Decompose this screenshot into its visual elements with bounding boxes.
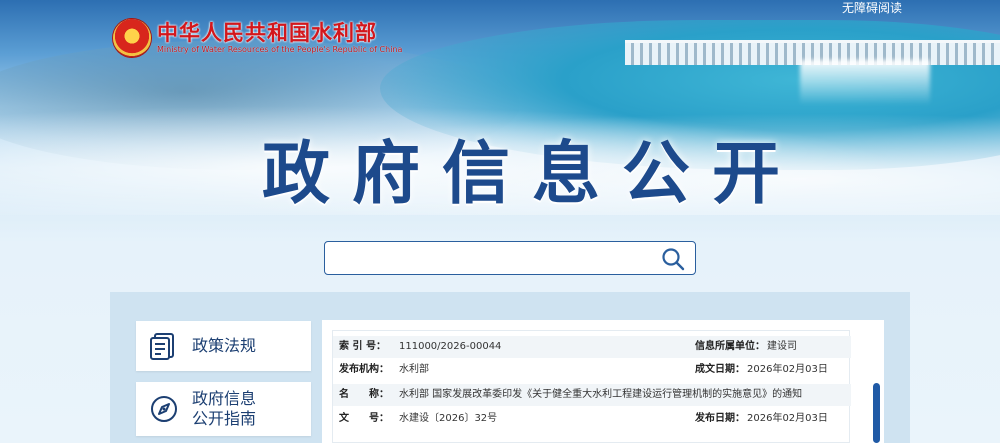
issuer-label: 发布机构： <box>339 364 389 375</box>
search-input[interactable] <box>335 243 659 275</box>
scrollbar-thumb[interactable] <box>873 383 880 443</box>
index-label: 索 引 号： <box>339 341 386 352</box>
published-date-value: 2026年02月03日 <box>747 413 828 424</box>
unit-label: 信息所属单位： <box>695 341 765 352</box>
info-row-doc-number: 文 号： 水建设〔2026〕32号 发布日期： 2026年02月03日 <box>333 408 851 430</box>
doc-number-value: 水建设〔2026〕32号 <box>399 413 498 424</box>
sidebar-item-policies[interactable]: 政策法规 <box>136 321 311 371</box>
search-icon[interactable] <box>661 247 685 271</box>
logo-english-name: Ministry of Water Resources of the Peopl… <box>157 45 403 54</box>
index-value: 111000/2026-00044 <box>399 341 502 352</box>
accessible-reading-link[interactable]: 无障碍阅读 <box>842 0 902 16</box>
issuer-value: 水利部 <box>399 364 429 375</box>
info-row-index: 索 引 号： 111000/2026-00044 信息所属单位： 建设司 <box>333 336 851 358</box>
document-metadata-table: 索 引 号： 111000/2026-00044 信息所属单位： 建设司 发布机… <box>332 330 851 443</box>
created-date-label: 成文日期： <box>695 364 745 375</box>
sidebar-item-label-line1: 政府信息 <box>192 389 257 408</box>
name-label: 名 称： <box>339 389 389 400</box>
national-emblem-icon <box>113 19 151 57</box>
doc-number-label: 文 号： <box>339 413 389 424</box>
site-logo[interactable]: 中华人民共和国水利部 Ministry of Water Resources o… <box>113 16 402 60</box>
document-info-card: 索 引 号： 111000/2026-00044 信息所属单位： 建设司 发布机… <box>322 320 884 443</box>
compass-icon <box>151 396 177 422</box>
page-title: 政府信息公开 <box>262 135 803 214</box>
sidebar-item-label-line2: 公开指南 <box>192 409 257 428</box>
search-box <box>324 241 696 275</box>
logo-chinese-name: 中华人民共和国水利部 <box>157 21 377 45</box>
published-date-label: 发布日期： <box>695 413 745 424</box>
policy-document-icon <box>150 333 174 360</box>
sidebar-item-label: 政策法规 <box>192 336 257 355</box>
unit-value: 建设司 <box>767 341 797 352</box>
name-value: 水利部 国家发展改革委印发《关于健全重大水利工程建设运行管理机制的实施意见》的通… <box>399 389 803 400</box>
sidebar-item-disclosure-guide[interactable]: 政府信息 公开指南 <box>136 382 311 436</box>
info-row-name: 名 称： 水利部 国家发展改革委印发《关于健全重大水利工程建设运行管理机制的实施… <box>333 384 851 406</box>
created-date-value: 2026年02月03日 <box>747 364 828 375</box>
info-row-issuer: 发布机构： 水利部 成文日期： 2026年02月03日 <box>333 359 851 381</box>
